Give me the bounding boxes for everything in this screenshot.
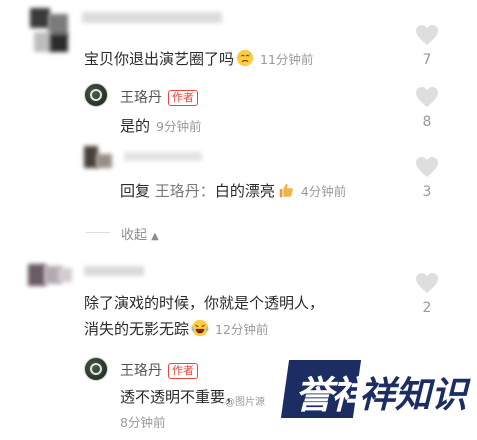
comment-text-line2: 消失的无影无踪 12分钟前 [84, 319, 269, 338]
like-button[interactable]: 8 [415, 86, 439, 130]
divider [86, 232, 110, 233]
author-tag-badge: 作者 [168, 90, 198, 106]
watermark-logo: 誉祥 祥知识 [280, 350, 477, 440]
commenter-name-redacted [82, 12, 222, 23]
watermark-text: 祥知识 [359, 375, 468, 416]
thumbs-up-icon [279, 183, 293, 198]
like-count: 7 [422, 52, 432, 68]
reply-text: 透不透明不重要， [120, 388, 241, 406]
like-button[interactable]: 7 [415, 24, 439, 68]
heart-icon [416, 87, 438, 107]
author-avatar[interactable] [84, 357, 108, 381]
caret-up-icon: ▲ [151, 231, 159, 242]
watermark-badge-text: 誉祥 [295, 373, 369, 417]
laughing-face-icon [191, 319, 209, 337]
reply-text: 是的 9分钟前 [120, 117, 202, 135]
replier-name-redacted [124, 152, 202, 161]
reply-mention[interactable]: 王珞丹： [155, 182, 215, 200]
comment-text: 除了演戏的时候，你就是个透明人， [84, 294, 325, 312]
heart-icon [416, 273, 438, 293]
watermark-source: @图片源 [225, 397, 265, 408]
author-name[interactable]: 王珞丹 作者 [120, 360, 198, 380]
commenter-avatar[interactable] [30, 8, 70, 54]
like-button[interactable]: 3 [415, 156, 439, 200]
reply-text: 回复 王珞丹：白的漂亮 4分钟前 [120, 182, 347, 200]
comment-text: 宝贝你退出演艺圈了吗 11分钟前 [84, 49, 314, 68]
commenter-name-redacted [84, 266, 144, 276]
collapse-replies-button[interactable]: 收起 ▲ [121, 224, 159, 243]
author-avatar[interactable] [84, 83, 108, 107]
like-count: 2 [422, 300, 432, 316]
reply-time: 8分钟前 [120, 415, 166, 430]
author-name[interactable]: 王珞丹 作者 [120, 87, 198, 107]
like-count: 3 [422, 184, 432, 200]
replier-avatar[interactable] [84, 146, 114, 170]
commenter-avatar[interactable] [28, 264, 72, 292]
heart-icon [416, 157, 438, 177]
like-button[interactable]: 2 [415, 272, 439, 316]
sweating-face-icon [236, 49, 254, 67]
like-count: 8 [422, 114, 432, 130]
heart-icon [416, 25, 438, 45]
author-tag-badge: 作者 [168, 363, 198, 379]
